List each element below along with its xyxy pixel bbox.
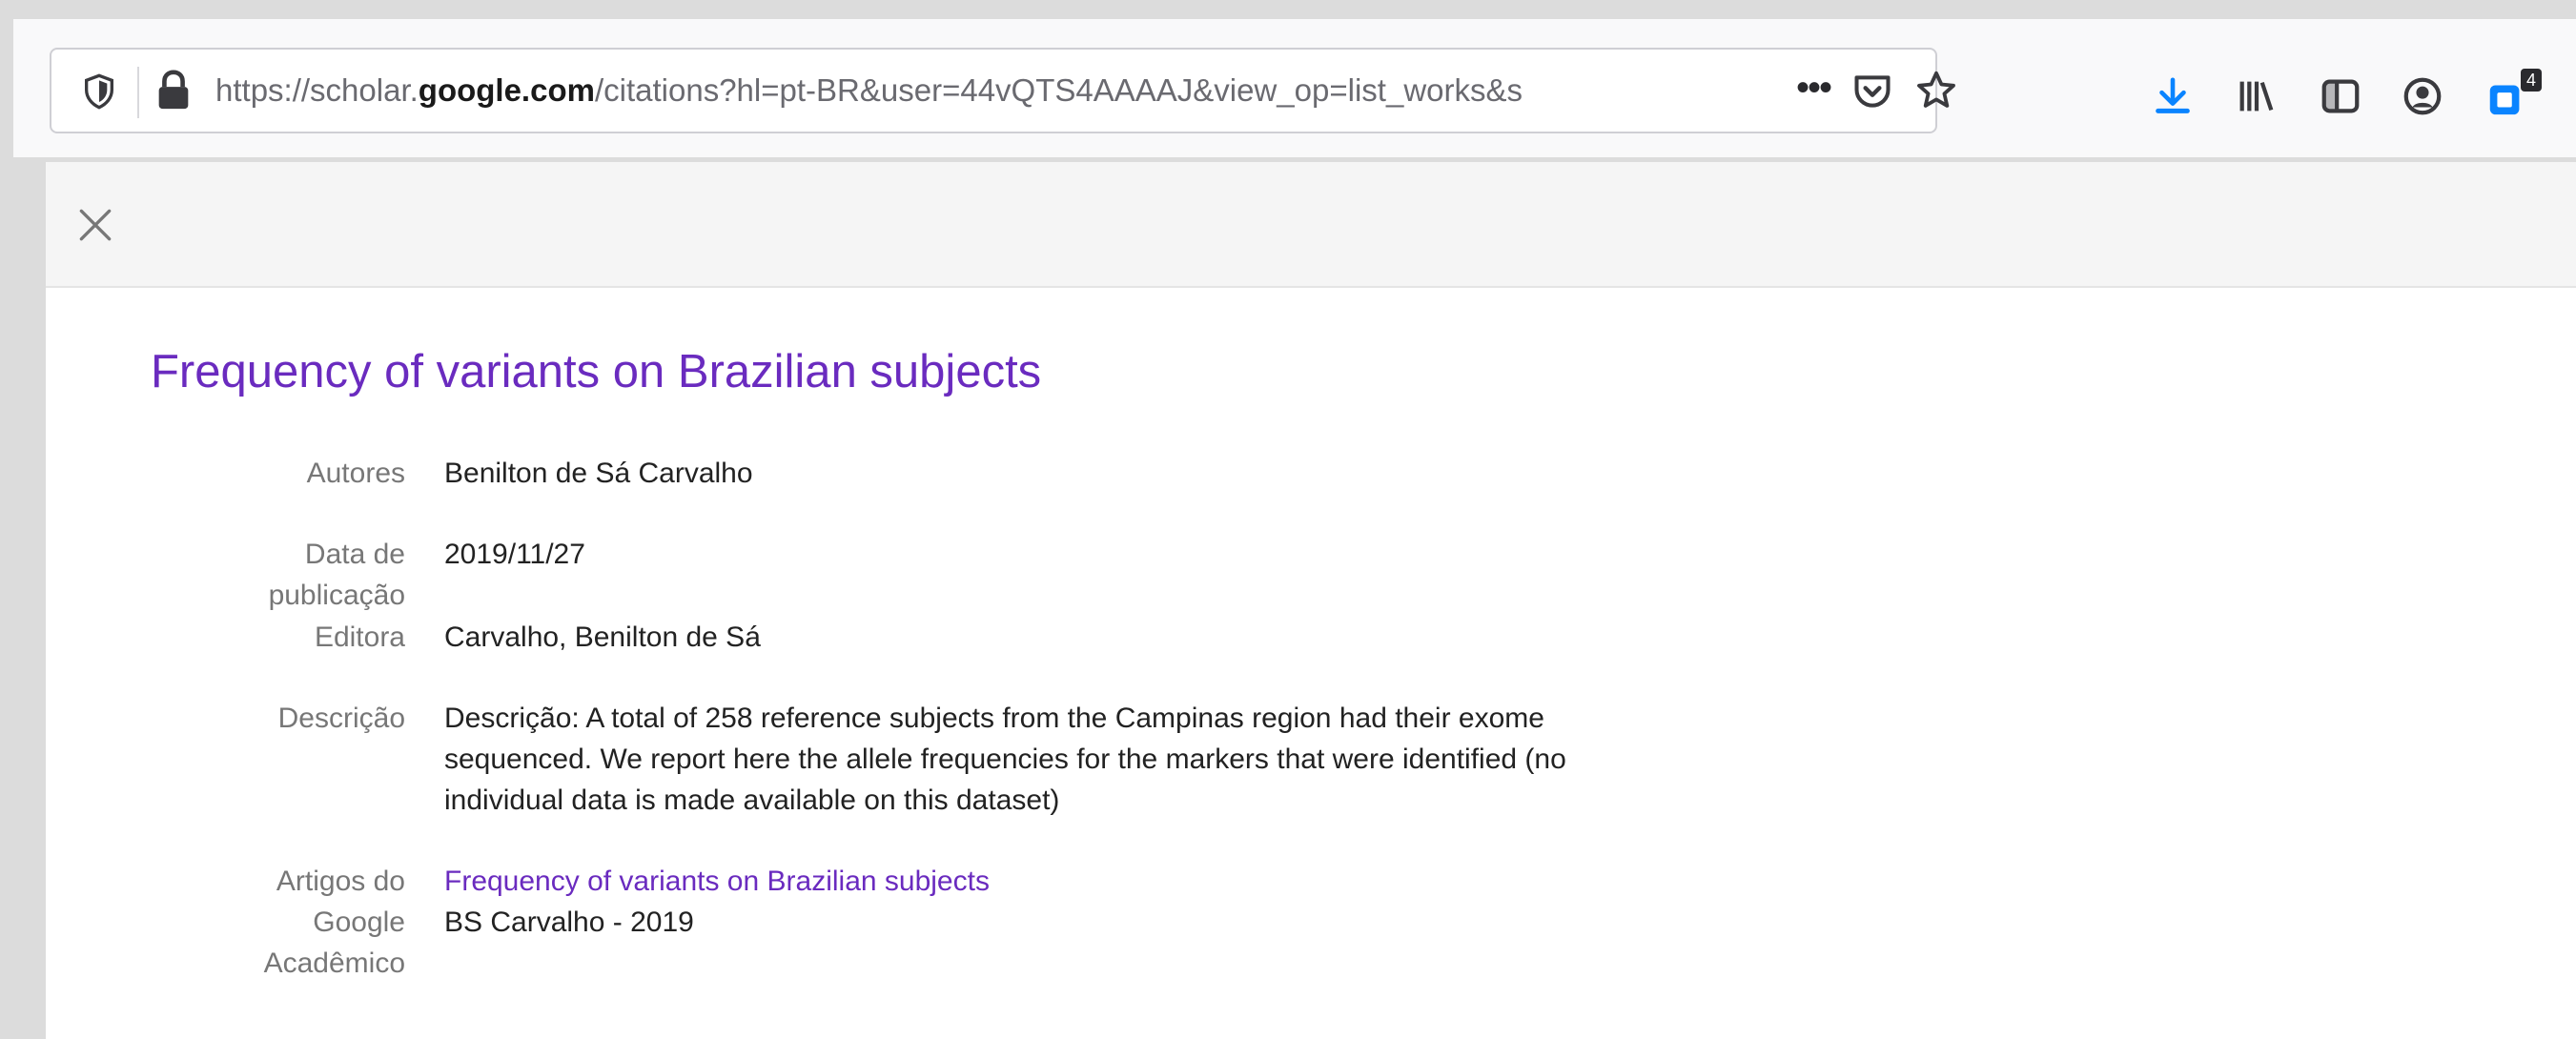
authors-value: Benilton de Sá Carvalho xyxy=(444,458,753,489)
url-path: /citations?hl=pt-BR&user=44vQTS4AAAAJ&vi… xyxy=(594,72,1523,108)
description-line: sequenced. We report here the allele fre… xyxy=(444,744,1566,775)
pocket-icon[interactable] xyxy=(1851,71,1893,112)
description-line: individual data is made available on thi… xyxy=(444,784,1060,816)
publisher-label: Editora xyxy=(314,621,405,653)
scholar-articles-label-line: Artigos do xyxy=(276,866,405,897)
scholar-article-link[interactable]: Frequency of variants on Brazilian subje… xyxy=(444,861,990,902)
sidebar-icon[interactable] xyxy=(2319,74,2362,118)
article-title[interactable]: Frequency of variants on Brazilian subje… xyxy=(151,345,1041,398)
download-icon[interactable] xyxy=(2151,74,2195,118)
extension-badge: 4 xyxy=(2521,69,2542,92)
authors-label: Autores xyxy=(306,458,405,489)
description-line: Descrição: A total of 258 reference subj… xyxy=(444,703,1544,734)
lock-icon[interactable] xyxy=(154,69,193,112)
dialog-header xyxy=(46,162,2576,288)
tracking-protection-icon[interactable] xyxy=(80,72,118,111)
description-label: Descrição xyxy=(277,703,405,734)
library-icon[interactable] xyxy=(2235,74,2279,118)
url-text[interactable]: https://scholar.google.com/citations?hl=… xyxy=(215,50,1789,132)
browser-toolbar: https://scholar.google.com/citations?hl=… xyxy=(13,19,2576,157)
scholar-article-citation: BS Carvalho - 2019 xyxy=(444,907,694,938)
publication-date-label-line1: Data de xyxy=(304,539,405,570)
url-domain: google.com xyxy=(418,72,595,108)
page-content: Frequency of variants on Brazilian subje… xyxy=(46,162,2576,1039)
publication-date-value: 2019/11/27 xyxy=(444,539,585,570)
url-prefix: https://scholar. xyxy=(215,72,419,108)
scholar-articles-label-line: Google xyxy=(313,907,405,938)
publication-date-label-line2: publicação xyxy=(268,580,405,611)
bookmark-star-icon[interactable] xyxy=(1914,69,1958,112)
page-actions-button[interactable]: ••• xyxy=(1796,50,1832,132)
account-icon[interactable] xyxy=(2401,74,2444,118)
publisher-value: Carvalho, Benilton de Sá xyxy=(444,621,761,653)
browser-window: https://scholar.google.com/citations?hl=… xyxy=(0,0,2576,1039)
url-bar[interactable]: https://scholar.google.com/citations?hl=… xyxy=(50,48,1955,133)
url-separator xyxy=(137,67,139,118)
scholar-articles-label-line: Acadêmico xyxy=(263,947,405,979)
close-icon[interactable] xyxy=(74,204,116,246)
